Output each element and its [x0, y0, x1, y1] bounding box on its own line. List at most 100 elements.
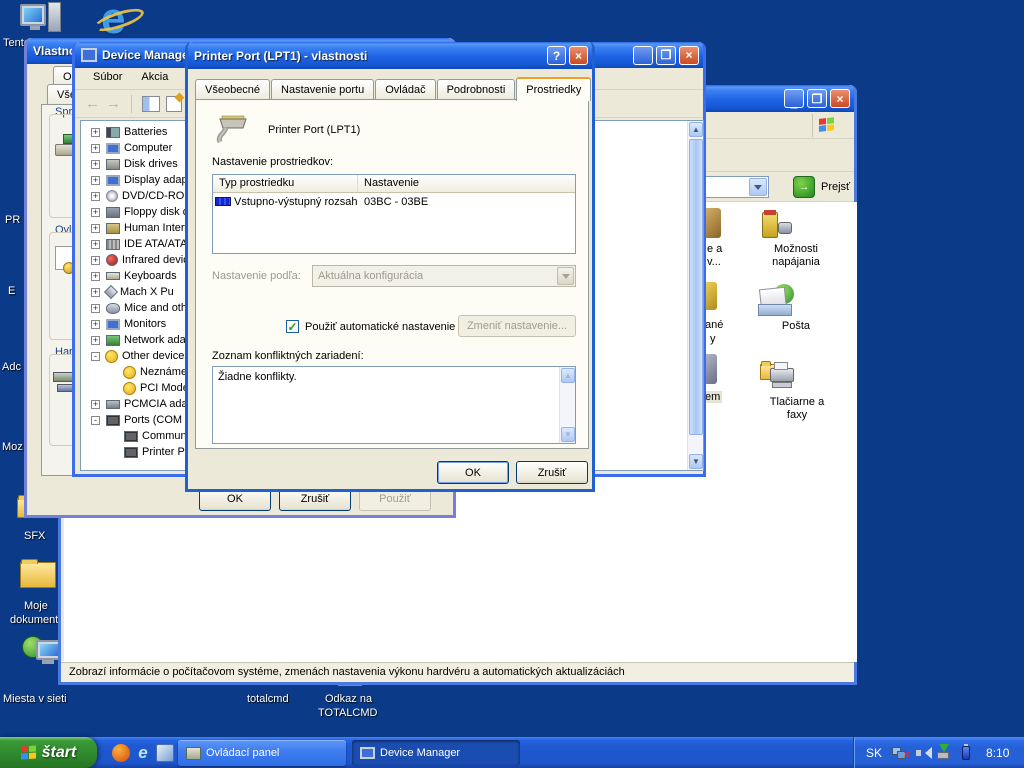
- desktop-label-e[interactable]: E: [8, 285, 15, 297]
- tree-expander[interactable]: +: [91, 208, 100, 217]
- maximize-button[interactable]: ❐: [807, 89, 827, 108]
- conflicts-listbox[interactable]: Žiadne konflikty. ▲ ▼: [212, 366, 576, 444]
- tree-expander[interactable]: +: [91, 320, 100, 329]
- tree-expander[interactable]: -: [91, 352, 100, 361]
- device-tree-scrollbar[interactable]: ▲ ▼: [687, 121, 703, 470]
- sfx-label[interactable]: SFX: [24, 530, 45, 542]
- help-button[interactable]: ?: [547, 46, 566, 65]
- device-type-icon: [106, 303, 120, 314]
- resources-listview[interactable]: Typ prostriedku Nastavenie Vstupno-výstu…: [212, 174, 576, 254]
- tree-expander[interactable]: +: [91, 144, 100, 153]
- auto-settings-checkbox[interactable]: ✓: [286, 320, 299, 333]
- firefox-quicklaunch-icon[interactable]: [112, 744, 130, 762]
- printers-faxes-label-2[interactable]: faxy: [758, 409, 836, 421]
- menu-action[interactable]: Akcia: [133, 68, 176, 86]
- start-button[interactable]: štart: [0, 737, 97, 768]
- my-computer-icon[interactable]: [20, 2, 64, 36]
- taskbar-button-control-panel[interactable]: Ovládací panel: [178, 740, 346, 766]
- language-indicator[interactable]: SK: [866, 746, 882, 760]
- power-options-icon[interactable]: [758, 210, 794, 242]
- column-resource-type[interactable]: Typ prostriedku: [213, 175, 358, 192]
- tree-expander[interactable]: +: [91, 272, 100, 281]
- totalcmd-label[interactable]: totalcmd: [247, 693, 289, 705]
- volume-icon[interactable]: [914, 745, 930, 761]
- ie-quicklaunch-icon[interactable]: e: [134, 744, 152, 762]
- console-tree-toggle-icon[interactable]: [142, 96, 160, 112]
- partial-label-1a[interactable]: e a: [707, 243, 722, 255]
- back-icon[interactable]: ←: [85, 95, 100, 112]
- tree-expander[interactable]: +: [91, 304, 100, 313]
- dialog-ok-button[interactable]: OK: [437, 461, 509, 484]
- tree-expander[interactable]: +: [91, 240, 100, 249]
- scroll-down-icon[interactable]: ▼: [689, 454, 703, 469]
- power-options-label-1[interactable]: Možnosti: [758, 243, 834, 255]
- go-label[interactable]: Prejsť: [821, 181, 850, 193]
- tree-expander[interactable]: +: [91, 224, 100, 233]
- tree-expander[interactable]: +: [91, 128, 100, 137]
- mail-label[interactable]: Pošta: [758, 320, 834, 332]
- resource-row[interactable]: Vstupno-výstupný rozsah 03BC - 03BE: [213, 193, 575, 210]
- network-places-label[interactable]: Miesta v sieti: [3, 693, 67, 705]
- printers-faxes-label-1[interactable]: Tlačiarne a: [758, 396, 836, 408]
- tree-expander[interactable]: -: [91, 416, 100, 425]
- tab-driver[interactable]: Ovládač: [375, 79, 435, 99]
- clock[interactable]: 8:10: [986, 746, 1009, 760]
- dm-close-button[interactable]: ×: [679, 46, 699, 65]
- explorer-quicklaunch-icon[interactable]: [156, 744, 174, 762]
- dialog-cancel-button[interactable]: Zrušiť: [516, 461, 588, 484]
- mail-icon[interactable]: [758, 284, 794, 318]
- power-options-label-2[interactable]: napájania: [758, 256, 834, 268]
- dialog-titlebar[interactable]: Printer Port (LPT1) - vlastnosti ? ×: [188, 42, 592, 69]
- tab-resources[interactable]: Prostriedky: [516, 77, 591, 101]
- partial-label-2b[interactable]: y: [710, 333, 716, 345]
- my-documents-icon[interactable]: [20, 562, 56, 588]
- menu-file[interactable]: Súbor: [85, 68, 130, 86]
- desktop-label-moz[interactable]: Moz: [2, 441, 23, 453]
- dialog-close-button[interactable]: ×: [569, 46, 588, 65]
- chevron-down-icon: [754, 185, 762, 194]
- tab-port-settings[interactable]: Nastavenie portu: [271, 79, 374, 99]
- my-documents-label-1[interactable]: Moje: [24, 600, 48, 612]
- my-documents-label-2[interactable]: dokument: [10, 614, 58, 626]
- tree-expander[interactable]: +: [91, 176, 100, 185]
- forward-icon[interactable]: →: [106, 95, 121, 112]
- printers-faxes-icon[interactable]: [760, 358, 796, 394]
- conflicts-scroll-down-icon[interactable]: ▼: [561, 427, 575, 442]
- auto-settings-label[interactable]: Použiť automatické nastavenie: [305, 321, 455, 333]
- dm-maximize-button[interactable]: ❐: [656, 46, 676, 65]
- desktop-label-adc[interactable]: Adc: [2, 361, 21, 373]
- totalcmd-shortcut-label-1[interactable]: Odkaz na: [325, 693, 372, 705]
- taskbar-button-device-manager[interactable]: Device Manager: [352, 740, 520, 766]
- totalcmd-shortcut-label-2[interactable]: TOTALCMD: [318, 707, 378, 719]
- address-dropdown-button[interactable]: [749, 178, 767, 196]
- partial-label-2a[interactable]: ané: [705, 319, 723, 331]
- properties-tool-icon[interactable]: [166, 96, 182, 112]
- desktop: Tento počítač e PR E Adc Moz SFX Moje do…: [0, 0, 1024, 768]
- tree-expander[interactable]: +: [91, 400, 100, 409]
- close-button[interactable]: ×: [830, 89, 850, 108]
- change-setting-button: Zmeniť nastavenie...: [458, 315, 576, 337]
- tab-details[interactable]: Podrobnosti: [437, 79, 516, 99]
- tree-expander[interactable]: +: [91, 160, 100, 169]
- safely-remove-icon[interactable]: [936, 745, 952, 761]
- scroll-up-icon[interactable]: ▲: [689, 122, 703, 137]
- device-type-icon: [106, 159, 120, 170]
- tree-item-label: Keyboards: [124, 270, 177, 282]
- tree-expander[interactable]: +: [91, 256, 100, 265]
- conflicts-scroll-up-icon[interactable]: ▲: [561, 368, 575, 383]
- tree-expander[interactable]: +: [91, 192, 100, 201]
- scrollbar-thumb[interactable]: [689, 139, 703, 435]
- tree-expander[interactable]: +: [91, 288, 100, 297]
- partial-label-1b[interactable]: v...: [707, 256, 721, 268]
- desktop-label-pr[interactable]: PR: [5, 214, 20, 226]
- minimize-button[interactable]: _: [784, 89, 804, 108]
- dm-minimize-button[interactable]: _: [633, 46, 653, 65]
- network-disconnected-icon[interactable]: ×: [892, 745, 908, 761]
- battery-icon[interactable]: [958, 745, 974, 761]
- go-button[interactable]: →: [793, 176, 815, 198]
- tree-expander[interactable]: +: [91, 336, 100, 345]
- tab-general[interactable]: Všeobecné: [195, 79, 270, 99]
- tree-item-label: Mach X Pu: [120, 286, 174, 298]
- column-setting[interactable]: Nastavenie: [358, 175, 575, 192]
- conflicts-scrollbar[interactable]: ▲ ▼: [559, 367, 575, 443]
